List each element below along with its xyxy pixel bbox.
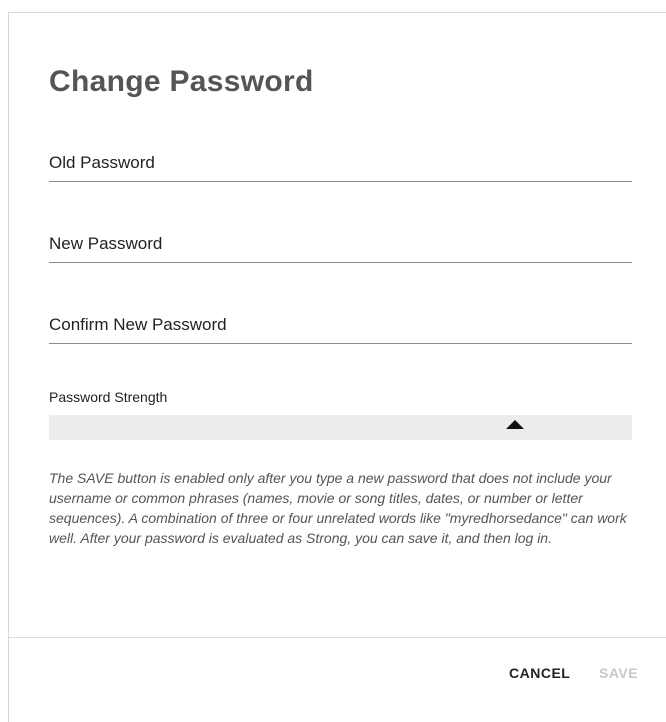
confirm-password-input[interactable] bbox=[49, 307, 632, 343]
old-password-input[interactable] bbox=[49, 145, 632, 181]
footer-divider bbox=[9, 637, 666, 638]
change-password-dialog: Change Password Password Strength The SA… bbox=[8, 12, 666, 722]
new-password-input[interactable] bbox=[49, 226, 632, 262]
password-strength-label: Password Strength bbox=[49, 389, 168, 405]
password-strength-meter bbox=[49, 415, 632, 440]
caret-up-icon bbox=[506, 420, 524, 429]
new-password-field bbox=[49, 226, 632, 263]
old-password-field bbox=[49, 145, 632, 182]
cancel-button[interactable]: CANCEL bbox=[509, 665, 570, 681]
save-button[interactable]: SAVE bbox=[599, 665, 638, 681]
confirm-password-field bbox=[49, 307, 632, 344]
password-help-text: The SAVE button is enabled only after yo… bbox=[49, 470, 627, 546]
dialog-title: Change Password bbox=[49, 65, 314, 98]
